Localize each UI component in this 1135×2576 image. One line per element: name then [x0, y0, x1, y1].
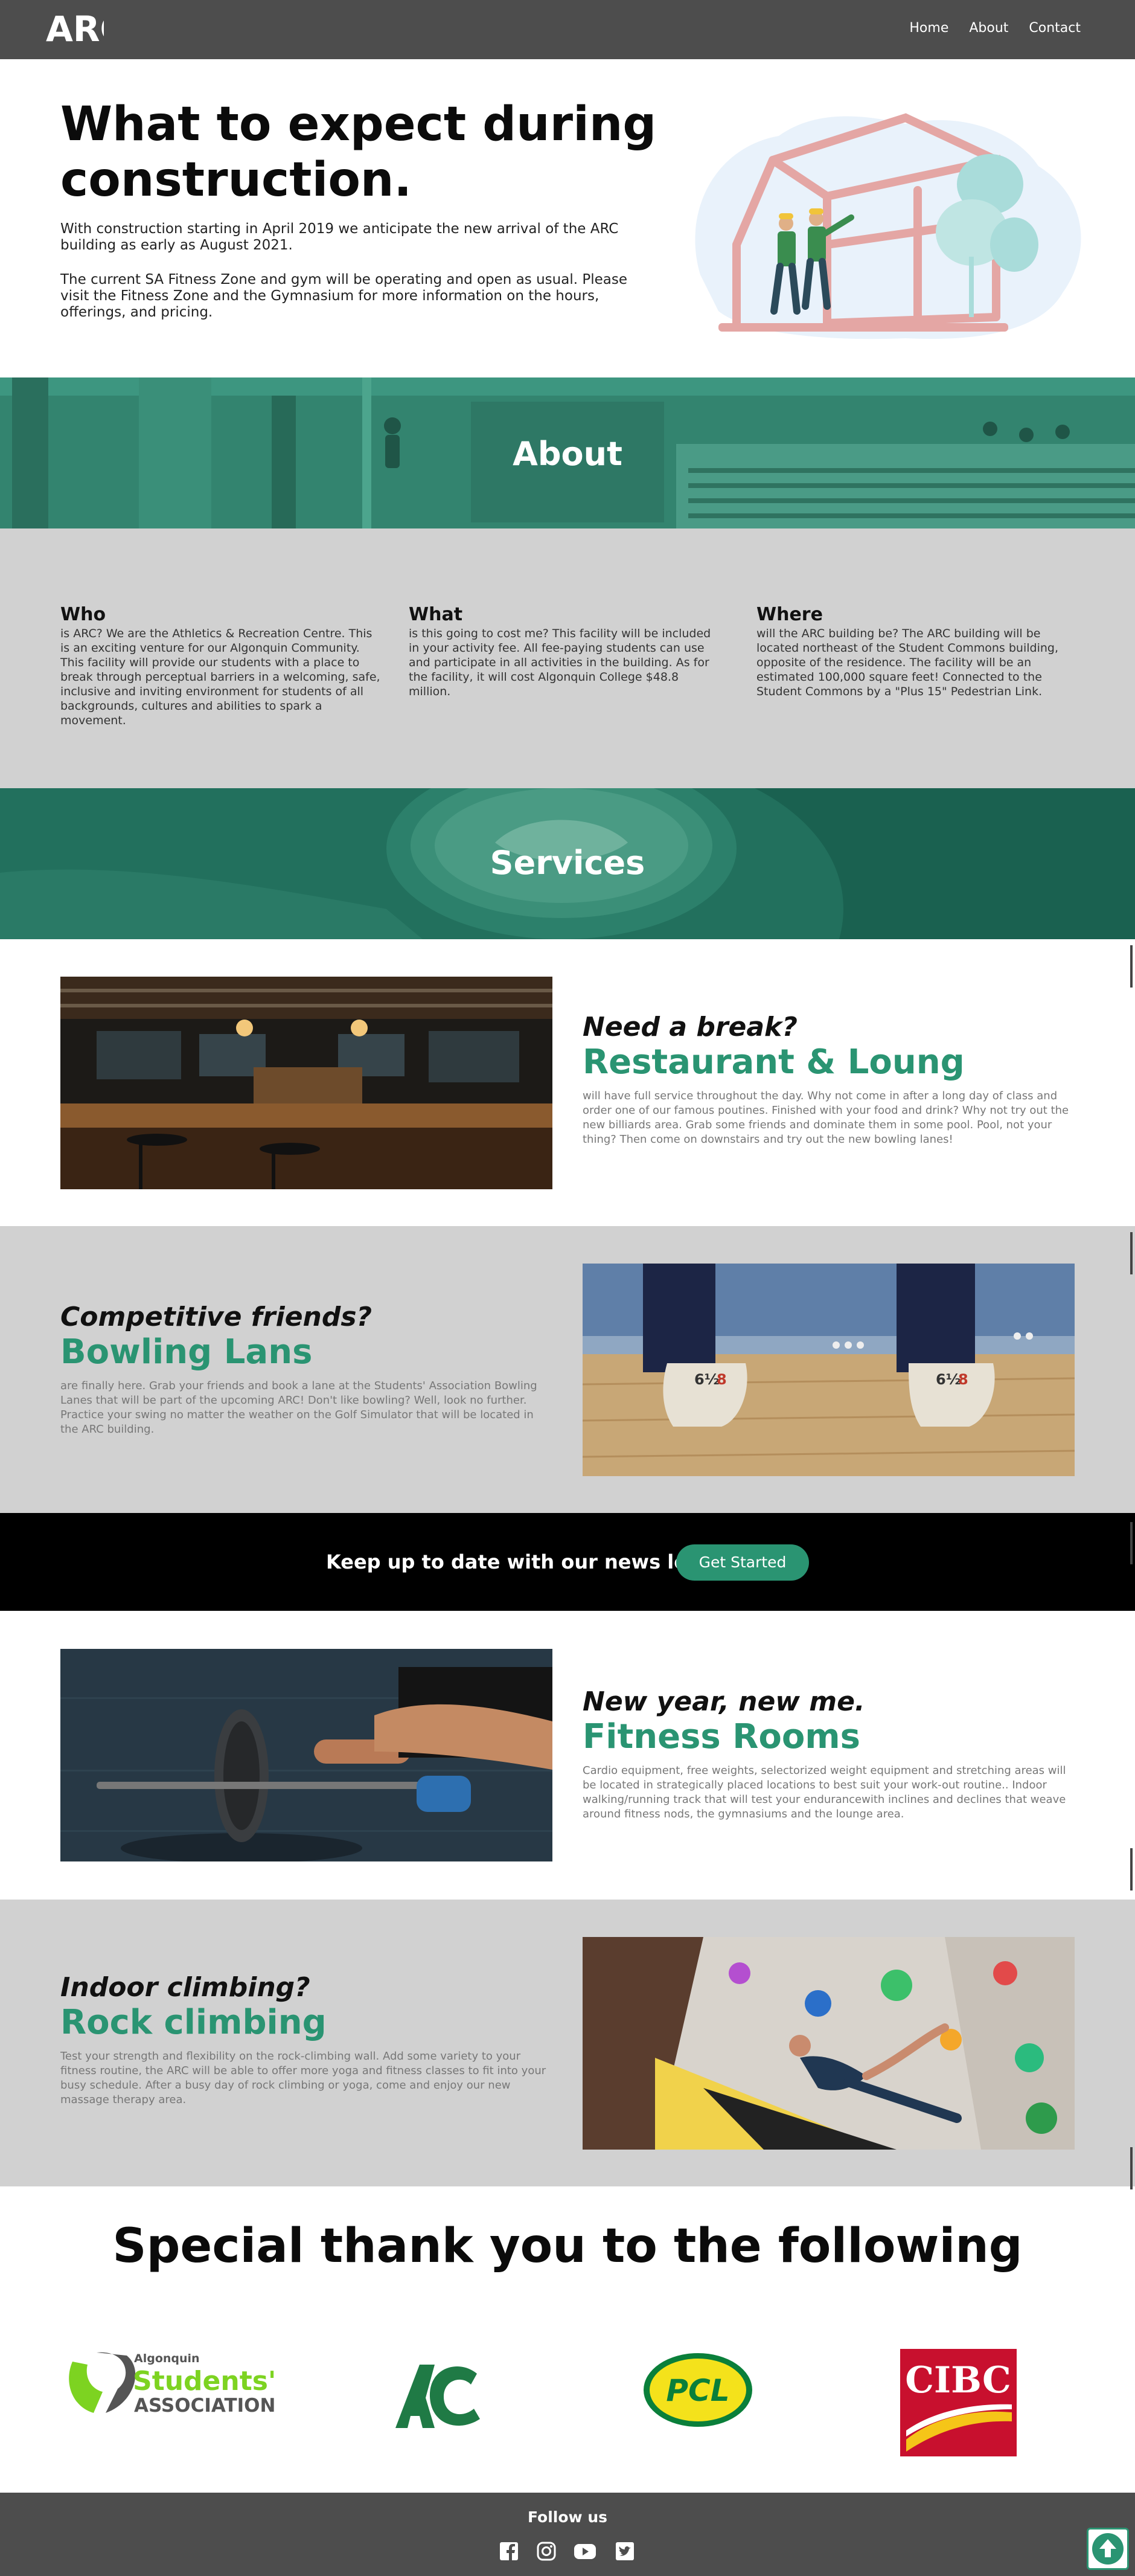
top-navbar: ARC Home About Contact — [0, 0, 1135, 59]
svg-text:Algonquin: Algonquin — [134, 2352, 200, 2365]
restaurant-text: Need a break? Restaurant & Loung will ha… — [583, 1012, 1072, 1147]
hero-paragraph-2: The current SA Fitness Zone and gym will… — [60, 272, 627, 320]
hero-paragraph-1: With construction starting in April 2019… — [60, 221, 619, 253]
service-bowling: Competitive friends? Bowling Lans are fi… — [0, 1226, 1135, 1513]
get-started-button[interactable]: Get Started — [676, 1544, 809, 1581]
newsletter-bar: Keep up to date with our news letter Get… — [0, 1513, 1135, 1611]
about-who-text: is ARC? We are the Athletics & Recreatio… — [60, 627, 380, 727]
climbing-title: Rock climbing — [60, 2003, 327, 2042]
section-marker — [1130, 1522, 1133, 1564]
footer-title: Follow us — [527, 2508, 608, 2526]
about-banner: About — [0, 377, 1135, 528]
climbing-text: Indoor climbing? Rock climbing Test your… — [60, 1972, 552, 2107]
climbing-image — [583, 1937, 1075, 2150]
construction-illustration — [695, 113, 1081, 339]
arrow-up-circle-icon — [1092, 2533, 1124, 2565]
services-banner-title: Services — [490, 844, 645, 882]
about-what-text: is this going to cost me? This facility … — [409, 627, 711, 698]
about-banner-title: About — [513, 435, 622, 473]
fitness-kicker: New year, new me. — [583, 1686, 865, 1717]
svg-text:8: 8 — [958, 1371, 968, 1388]
fitness-text: New year, new me. Fitness Rooms Cardio e… — [583, 1686, 1072, 1822]
section-marker — [1130, 1848, 1133, 1890]
svg-text:Students': Students' — [133, 2366, 276, 2397]
fitness-desc: Cardio equipment, free weights, selector… — [583, 1764, 1066, 1820]
restaurant-desc: will have full service throughout the da… — [583, 1090, 1069, 1146]
svg-text:ASSOCIATION: ASSOCIATION — [134, 2395, 275, 2417]
svg-text:6½: 6½ — [936, 1371, 961, 1388]
service-restaurant: Need a break? Restaurant & Loung will ha… — [0, 939, 1135, 1226]
arc-logo[interactable]: ARC — [46, 8, 104, 48]
about-where-heading: Where — [756, 604, 823, 625]
services-banner: Services — [0, 788, 1135, 939]
instagram-icon[interactable] — [536, 2541, 557, 2562]
svg-text:ARC: ARC — [46, 8, 104, 48]
students-association-logo[interactable]: Algonquin Students' ASSOCIATION — [60, 2346, 296, 2419]
twitter-icon[interactable] — [615, 2541, 635, 2562]
pcl-logo[interactable]: PCL — [642, 2351, 754, 2429]
about-who: Who is ARC? We are the Athletics & Recre… — [60, 604, 380, 728]
svg-text:6½: 6½ — [694, 1371, 720, 1388]
restaurant-title: Restaurant & Loung — [583, 1042, 965, 1082]
nav-home-link[interactable]: Home — [909, 21, 948, 36]
scroll-to-top-button[interactable] — [1087, 2528, 1129, 2570]
service-climbing: Indoor climbing? Rock climbing Test your… — [0, 1900, 1135, 2186]
bowling-desc: are finally here. Grab your friends and … — [60, 1380, 537, 1436]
cibc-logo[interactable]: CIBC — [900, 2349, 1017, 2456]
restaurant-image — [60, 977, 552, 1189]
section-marker — [1130, 2147, 1133, 2189]
bowling-kicker: Competitive friends? — [60, 1302, 372, 1332]
bowling-image: 6½ 8 6½ 8 — [583, 1264, 1075, 1476]
about-what-heading: What — [409, 604, 463, 625]
nav-contact-link[interactable]: Contact — [1029, 21, 1081, 36]
nav-about-link[interactable]: About — [969, 21, 1008, 36]
youtube-icon[interactable] — [574, 2541, 596, 2562]
hero-title: What to expect during construction. — [60, 97, 657, 207]
thanks-title: Special thank you to the following — [112, 2219, 1023, 2273]
svg-text:8: 8 — [717, 1371, 727, 1388]
about-where: Where will the ARC building be? The ARC … — [756, 604, 1058, 699]
nav-links: Home About Contact — [909, 21, 1081, 36]
about-who-heading: Who — [60, 604, 106, 625]
algonquin-college-logo[interactable]: AC — [392, 2362, 483, 2431]
facebook-icon[interactable] — [499, 2541, 519, 2562]
newsletter-text: Keep up to date with our news letter — [326, 1550, 728, 1573]
bowling-title: Bowling Lans — [60, 1332, 313, 1372]
section-marker — [1130, 1232, 1133, 1274]
fitness-image — [60, 1649, 552, 1861]
restaurant-kicker: Need a break? — [583, 1012, 798, 1042]
bowling-text: Competitive friends? Bowling Lans are fi… — [60, 1302, 543, 1437]
climbing-desc: Test your strength and flexibility on th… — [60, 2050, 546, 2106]
footer: Follow us — [0, 2493, 1135, 2576]
fitness-title: Fitness Rooms — [583, 1717, 860, 1756]
about-what: What is this going to cost me? This faci… — [409, 604, 723, 699]
svg-text:PCL: PCL — [666, 2373, 729, 2408]
climbing-kicker: Indoor climbing? — [60, 1972, 310, 2003]
section-marker — [1130, 945, 1133, 988]
about-where-text: will the ARC building be? The ARC buildi… — [756, 627, 1058, 698]
about-section: Who is ARC? We are the Athletics & Recre… — [0, 528, 1135, 788]
svg-text:CIBC: CIBC — [905, 2359, 1011, 2401]
service-fitness: New year, new me. Fitness Rooms Cardio e… — [0, 1611, 1135, 1900]
